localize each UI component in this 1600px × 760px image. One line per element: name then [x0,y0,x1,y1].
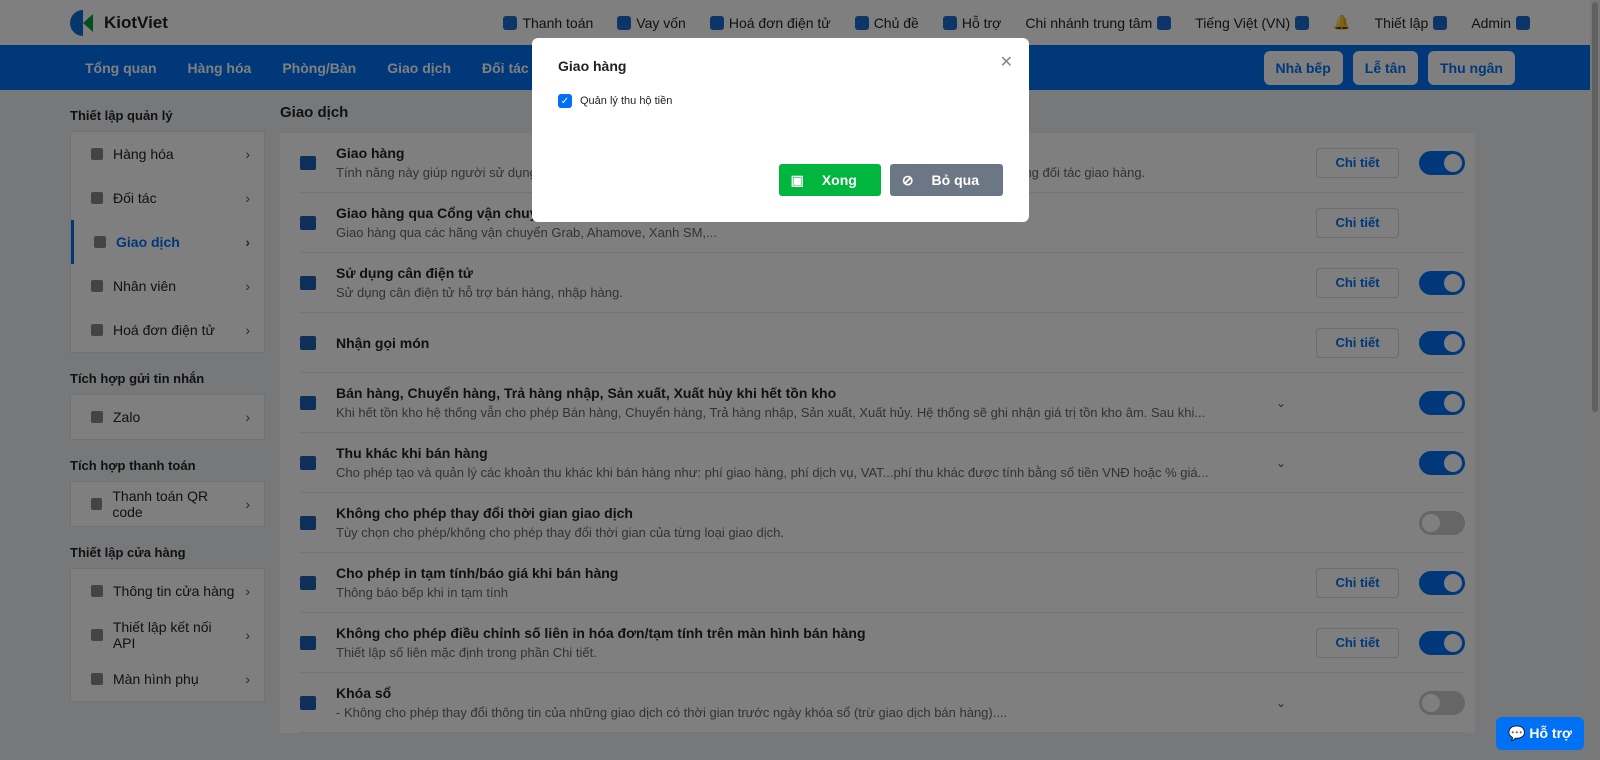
close-icon[interactable]: ✕ [1000,52,1013,72]
done-button[interactable]: ▣ Xong [778,164,881,196]
ban-icon: ⊘ [901,171,914,188]
save-icon: ▣ [790,171,804,188]
cancel-button[interactable]: ⊘ Bỏ qua [889,164,1003,196]
modal-title: Giao hàng [558,58,627,74]
delivery-modal: Giao hàng ✕ ✓ Quản lý thu hộ tiền ▣ Xong ⊘… [532,38,1029,222]
cod-checkbox[interactable]: ✓ Quản lý thu hộ tiền [558,94,1003,108]
help-button[interactable]: 💬 Hỗ trợ [1496,717,1584,750]
checkbox-checked-icon[interactable]: ✓ [558,94,572,108]
